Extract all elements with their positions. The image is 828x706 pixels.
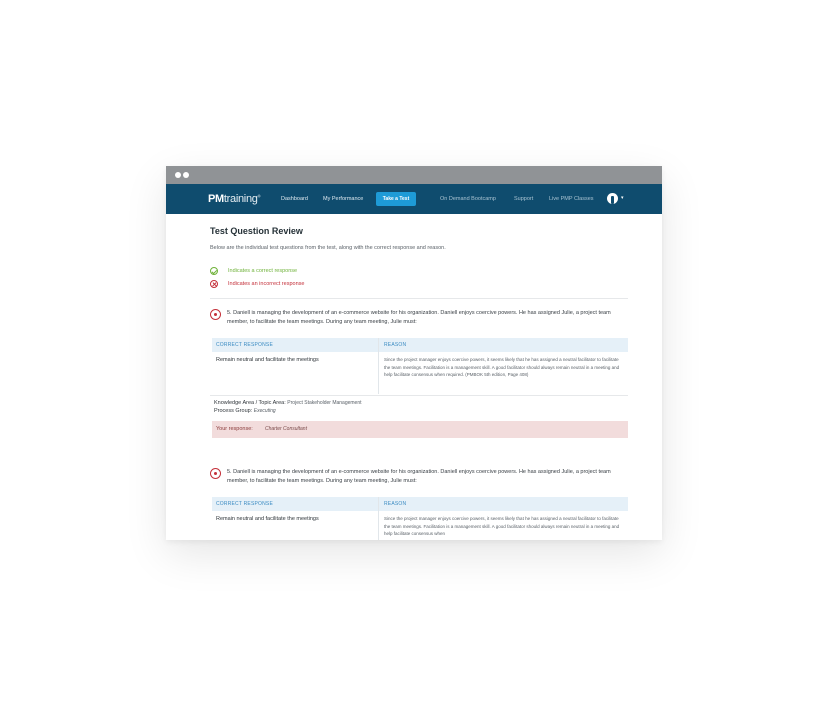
reason-cell: Since the project manager enjoys coerciv…	[384, 516, 620, 536]
check-circle-icon	[210, 267, 218, 275]
answer-table: CORRECT RESPONSE REASON Remain neutral a…	[212, 497, 628, 540]
column-divider	[378, 497, 379, 540]
process-group: Process Group: Executing	[214, 408, 276, 414]
nav-support[interactable]: Support	[514, 196, 533, 202]
pmtraining-logo[interactable]: PMtraining®	[208, 193, 261, 205]
th-correct-response: CORRECT RESPONSE	[216, 501, 274, 507]
window-titlebar	[166, 166, 662, 184]
th-reason: REASON	[384, 342, 407, 348]
correct-response-cell: Remain neutral and facilitate the meetin…	[216, 357, 319, 363]
divider	[210, 395, 628, 396]
chevron-down-icon[interactable]: ▾	[621, 195, 624, 201]
answer-table: CORRECT RESPONSE REASON Remain neutral a…	[212, 338, 628, 398]
question-text: 5. Daniell is managing the development o…	[227, 469, 611, 484]
page-title: Test Question Review	[210, 226, 303, 236]
knowledge-area: Knowledge Area / Topic Area: Project Sta…	[214, 400, 362, 406]
top-navbar: PMtraining® Dashboard My Performance Tak…	[166, 184, 662, 214]
nav-my-performance[interactable]: My Performance	[323, 196, 363, 202]
x-circle-icon	[210, 280, 218, 288]
window-dot-icon	[183, 172, 189, 178]
your-response-bar: Your response: Charter Consultant	[212, 421, 628, 438]
user-avatar-icon[interactable]	[607, 193, 618, 204]
question-text: 5. Daniell is managing the development o…	[227, 310, 611, 325]
nav-dashboard[interactable]: Dashboard	[281, 196, 308, 202]
nav-live-pmp-classes[interactable]: Live PMP Classes	[549, 196, 594, 202]
incorrect-icon	[210, 309, 221, 320]
reason-cell: Since the project manager enjoys coerciv…	[384, 357, 620, 377]
browser-window: PMtraining® Dashboard My Performance Tak…	[166, 166, 662, 540]
page-intro: Below are the individual test questions …	[210, 245, 446, 251]
correct-response-cell: Remain neutral and facilitate the meetin…	[216, 516, 319, 522]
window-dot-icon	[175, 172, 181, 178]
take-test-button[interactable]: Take a Test	[376, 192, 416, 206]
nav-on-demand-bootcamp[interactable]: On Demand Bootcamp	[440, 196, 496, 202]
table-header: CORRECT RESPONSE REASON	[212, 497, 628, 511]
table-header: CORRECT RESPONSE REASON	[212, 338, 628, 352]
incorrect-icon	[210, 468, 221, 479]
th-correct-response: CORRECT RESPONSE	[216, 342, 274, 348]
divider	[210, 298, 628, 299]
column-divider	[378, 338, 379, 394]
th-reason: REASON	[384, 501, 407, 507]
